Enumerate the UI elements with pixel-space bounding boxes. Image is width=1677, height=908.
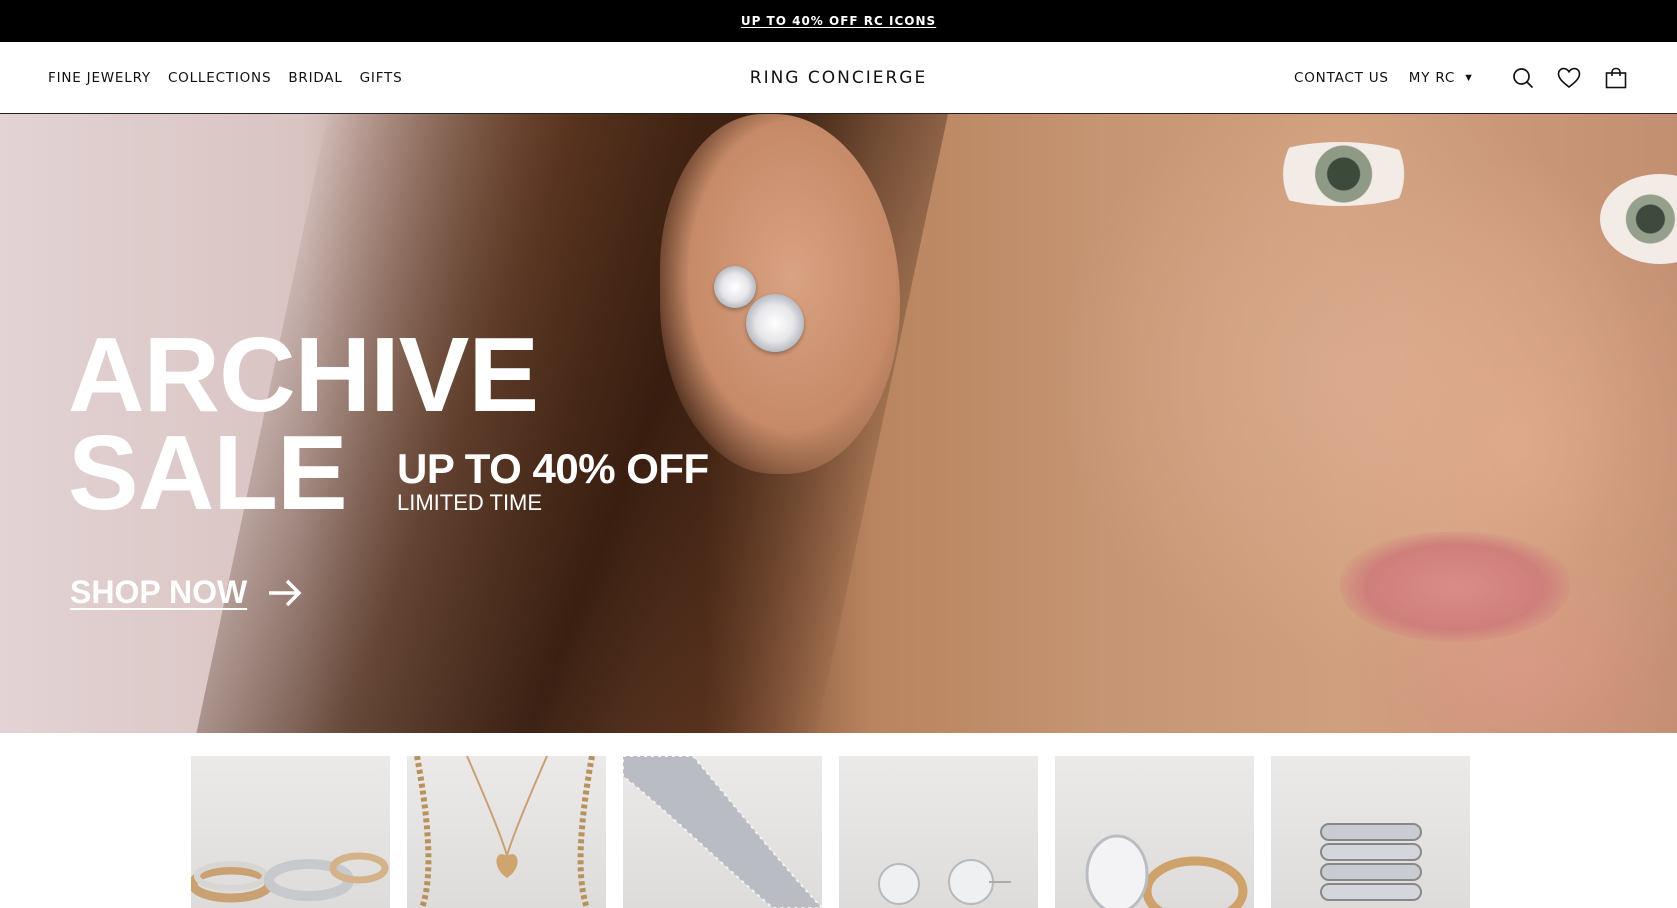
- main-nav: FINE JEWELRY COLLECTIONS BRIDAL GIFTS: [48, 42, 402, 114]
- my-rc-menu[interactable]: MY RC ▼: [1409, 70, 1474, 86]
- earring-stud-small: [714, 266, 756, 308]
- tile-rings[interactable]: [191, 756, 390, 908]
- my-rc-label: MY RC: [1408, 70, 1456, 86]
- tile-bands[interactable]: [1271, 756, 1470, 908]
- hero-image-lips: [1340, 532, 1570, 642]
- promo-banner: UP TO 40% OFF RC ICONS: [0, 0, 1677, 42]
- contact-us-link[interactable]: CONTACT US: [1294, 70, 1389, 86]
- nav-bridal[interactable]: BRIDAL: [288, 70, 342, 86]
- tile-necklaces[interactable]: [407, 756, 606, 908]
- hero-offer-subtext: LIMITED TIME: [397, 490, 543, 515]
- hero-image-eye: [1250, 142, 1430, 206]
- tile-earrings[interactable]: [839, 756, 1038, 908]
- caret-down-icon: ▼: [1463, 72, 1474, 84]
- hero-banner[interactable]: ARCHIVE SALE UP TO 40% OFF LIMITED TIME …: [0, 114, 1677, 733]
- nav-collections[interactable]: COLLECTIONS: [168, 70, 271, 86]
- search-icon[interactable]: [1510, 65, 1536, 91]
- heart-icon[interactable]: [1556, 65, 1582, 91]
- nav-gifts[interactable]: GIFTS: [360, 70, 403, 86]
- bag-icon[interactable]: [1603, 65, 1629, 91]
- shop-now-button[interactable]: SHOP NOW: [70, 574, 303, 611]
- hero-offer-text: UP TO 40% OFF: [397, 445, 709, 492]
- tile-bracelets[interactable]: [623, 756, 822, 908]
- site-header: FINE JEWELRY COLLECTIONS BRIDAL GIFTS RI…: [0, 42, 1677, 114]
- shop-now-label: SHOP NOW: [70, 574, 248, 610]
- arrow-right-icon: [269, 579, 302, 606]
- earring-stud-large: [746, 294, 804, 352]
- site-logo[interactable]: RING CONCIERGE: [750, 68, 927, 88]
- nav-fine-jewelry[interactable]: FINE JEWELRY: [48, 70, 151, 86]
- tile-engagement[interactable]: [1055, 756, 1254, 908]
- category-tiles: [191, 756, 1470, 908]
- hero-offer: UP TO 40% OFF LIMITED TIME: [397, 447, 709, 515]
- hero-image-face: [1100, 114, 1677, 733]
- promo-link[interactable]: UP TO 40% OFF RC ICONS: [741, 14, 936, 28]
- utility-nav: CONTACT US MY RC ▼: [1294, 42, 1677, 114]
- hero-headline-line1: ARCHIVE: [68, 316, 539, 434]
